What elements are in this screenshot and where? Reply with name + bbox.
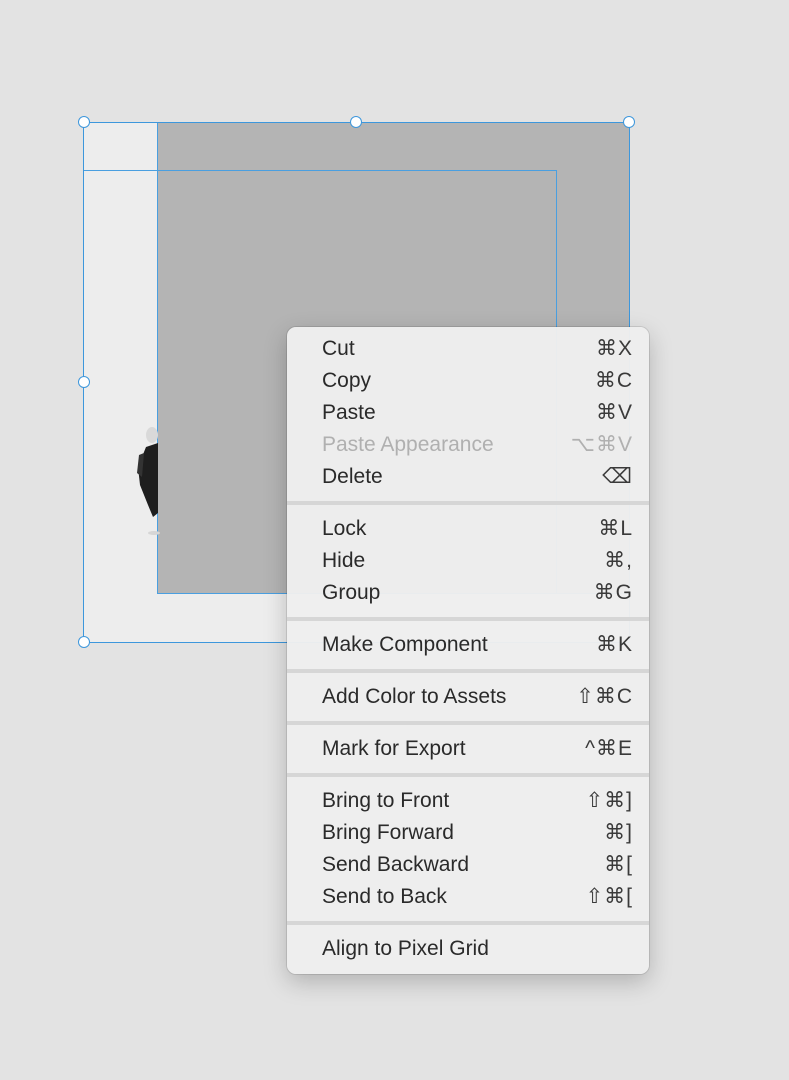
- resize-handle-middle-left[interactable]: [78, 376, 90, 388]
- menu-separator: [287, 773, 649, 777]
- menu-item-delete[interactable]: Delete ⌫: [287, 461, 649, 493]
- menu-item-label: Paste: [322, 401, 376, 424]
- menu-item-add-color-to-assets[interactable]: Add Color to Assets ⇧⌘C: [287, 681, 649, 713]
- menu-separator: [287, 501, 649, 505]
- menu-item-shortcut: ⌘G: [593, 581, 633, 604]
- menu-item-shortcut: ⇧⌘C: [576, 685, 633, 708]
- menu-item-mark-for-export[interactable]: Mark for Export ^⌘E: [287, 733, 649, 765]
- menu-item-label: Make Component: [322, 633, 488, 656]
- menu-separator: [287, 921, 649, 925]
- resize-handle-top-right[interactable]: [623, 116, 635, 128]
- menu-item-label: Bring to Front: [322, 789, 450, 812]
- menu-item-shortcut: ⌘X: [595, 337, 633, 360]
- menu-item-hide[interactable]: Hide ⌘,: [287, 545, 649, 577]
- menu-item-label: Send to Back: [322, 885, 447, 908]
- menu-item-label: Send Backward: [322, 853, 470, 876]
- menu-item-group[interactable]: Group ⌘G: [287, 577, 649, 609]
- menu-item-shortcut: ^⌘E: [585, 737, 633, 760]
- menu-item-label: Paste Appearance: [322, 433, 494, 456]
- context-menu: Cut ⌘X Copy ⌘C Paste ⌘V Paste Appearance ⌥⌘V Del…: [287, 327, 649, 974]
- menu-separator: [287, 617, 649, 621]
- menu-separator: [287, 721, 649, 725]
- menu-item-shortcut: ⌘[: [604, 853, 633, 876]
- menu-item-label: Copy: [322, 369, 372, 392]
- menu-item-cut[interactable]: Cut ⌘X: [287, 333, 649, 365]
- menu-item-shortcut: ⌘C: [594, 369, 633, 392]
- menu-item-label: Align to Pixel Grid: [322, 937, 489, 960]
- menu-item-paste[interactable]: Paste ⌘V: [287, 397, 649, 429]
- menu-item-shortcut: ⌘K: [595, 633, 633, 656]
- menu-item-copy[interactable]: Copy ⌘C: [287, 365, 649, 397]
- menu-item-align-to-pixel-grid[interactable]: Align to Pixel Grid: [287, 933, 649, 965]
- menu-item-shortcut: ⇧⌘]: [585, 789, 633, 812]
- menu-item-make-component[interactable]: Make Component ⌘K: [287, 629, 649, 661]
- menu-item-send-to-back[interactable]: Send to Back ⇧⌘[: [287, 881, 649, 913]
- menu-item-shortcut: ⌘]: [604, 821, 633, 844]
- menu-item-label: Mark for Export: [322, 737, 466, 760]
- menu-item-send-backward[interactable]: Send Backward ⌘[: [287, 849, 649, 881]
- menu-item-shortcut: ⇧⌘[: [585, 885, 633, 908]
- menu-item-label: Cut: [322, 337, 355, 360]
- menu-item-shortcut: ⌘,: [604, 549, 633, 572]
- resize-handle-top-center[interactable]: [350, 116, 362, 128]
- menu-item-label: Delete: [322, 465, 383, 488]
- menu-item-bring-to-front[interactable]: Bring to Front ⇧⌘]: [287, 785, 649, 817]
- menu-item-label: Hide: [322, 549, 366, 572]
- resize-handle-bottom-left[interactable]: [78, 636, 90, 648]
- menu-item-shortcut: ⌘V: [595, 401, 633, 424]
- menu-item-shortcut: ⌫: [602, 465, 633, 488]
- menu-item-paste-appearance: Paste Appearance ⌥⌘V: [287, 429, 649, 461]
- menu-item-lock[interactable]: Lock ⌘L: [287, 513, 649, 545]
- menu-item-bring-forward[interactable]: Bring Forward ⌘]: [287, 817, 649, 849]
- resize-handle-top-left[interactable]: [78, 116, 90, 128]
- menu-item-label: Group: [322, 581, 381, 604]
- menu-item-shortcut: ⌘L: [598, 517, 633, 540]
- menu-item-label: Bring Forward: [322, 821, 454, 844]
- menu-separator: [287, 669, 649, 673]
- menu-item-shortcut: ⌥⌘V: [570, 433, 633, 456]
- menu-item-label: Lock: [322, 517, 367, 540]
- menu-item-label: Add Color to Assets: [322, 685, 507, 708]
